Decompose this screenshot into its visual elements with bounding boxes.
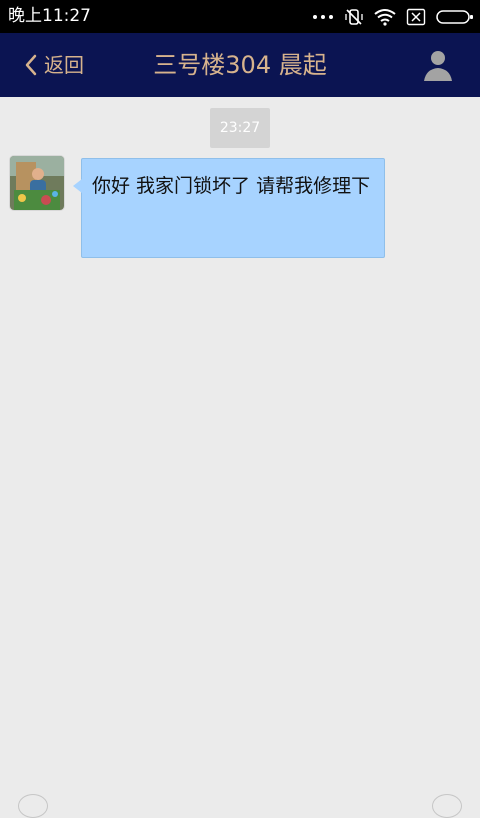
header-bar: 返回 三号楼304 晨起 [0,33,480,97]
bottom-right-control[interactable] [432,794,462,818]
back-label: 返回 [44,53,84,77]
message-bubble: 你好 我家门锁坏了 请帮我修理下 [73,158,385,258]
chat-title: 三号楼304 晨起 [153,51,327,79]
status-time: 晚上11:27 [8,6,91,26]
vibrate-off-icon [344,7,364,27]
contact-avatar[interactable] [10,156,64,210]
profile-button[interactable] [420,47,456,83]
message-text: 你好 我家门锁坏了 请帮我修理下 [92,175,371,197]
user-profile-icon [420,51,456,87]
bottom-left-control[interactable] [18,794,48,818]
sim-card-icon [406,8,426,26]
message-timestamp: 23:27 [210,108,270,148]
more-icon [312,14,334,20]
status-bar: 晚上11:27 [0,0,480,33]
wifi-icon [374,8,396,26]
chevron-left-icon [24,53,38,77]
back-button[interactable]: 返回 [24,47,84,83]
status-icons [312,7,474,27]
battery-icon [436,9,474,25]
chat-area: 23:27 你好 我家门锁坏了 请帮我修理下 [0,97,480,818]
